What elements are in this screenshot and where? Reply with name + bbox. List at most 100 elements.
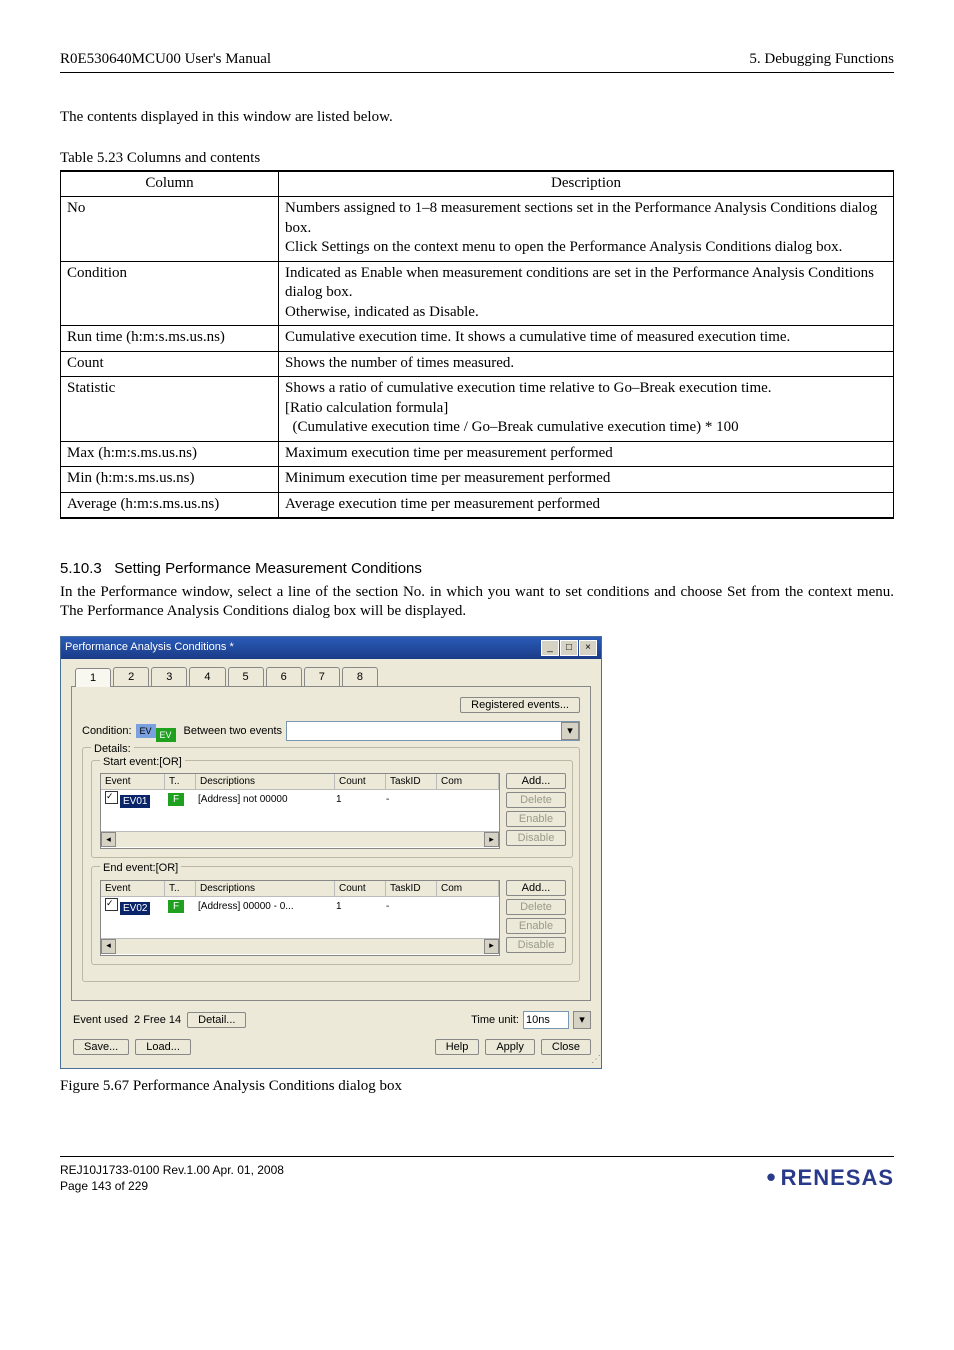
delete-button[interactable]: Delete <box>506 899 566 915</box>
section-title: Setting Performance Measurement Conditio… <box>114 560 422 577</box>
th-description: Description <box>279 171 894 197</box>
event-flag: F <box>168 793 184 806</box>
end-event-legend: End event:[OR] <box>100 861 181 875</box>
horizontal-scrollbar[interactable]: ◂ ▸ <box>101 938 499 954</box>
footer-line1: REJ10J1733-0100 Rev.1.00 Apr. 01, 2008 <box>60 1163 284 1179</box>
time-unit-label: Time unit: <box>471 1013 519 1027</box>
checkbox-icon[interactable] <box>105 898 118 911</box>
table-cell-description: Indicated as Enable when measurement con… <box>279 261 894 326</box>
end-event-fieldset: End event:[OR] Event T.. Descriptions Co… <box>91 866 573 964</box>
tab-3[interactable]: 3 <box>151 667 187 686</box>
col-count: Count <box>335 774 386 789</box>
columns-contents-table: Column Description NoNumbers assigned to… <box>60 170 894 520</box>
save-button[interactable]: Save... <box>73 1039 129 1055</box>
start-event-list[interactable]: Event T.. Descriptions Count TaskID Com … <box>100 773 500 849</box>
table-cell-column: Max (h:m:s.ms.us.ns) <box>61 441 279 467</box>
row-count: 1 <box>332 900 382 913</box>
checkbox-icon[interactable] <box>105 791 118 804</box>
tab-5[interactable]: 5 <box>228 667 264 686</box>
add-button[interactable]: Add... <box>506 773 566 789</box>
end-event-list[interactable]: Event T.. Descriptions Count TaskID Com … <box>100 880 500 956</box>
col-com: Com <box>437 774 499 789</box>
chevron-down-icon[interactable]: ▾ <box>561 722 579 740</box>
tab-1[interactable]: 1 <box>75 668 111 687</box>
col-task: TaskID <box>386 774 437 789</box>
col-event: Event <box>101 774 165 789</box>
table-caption: Table 5.23 Columns and contents <box>60 149 894 169</box>
event-flag: F <box>168 900 184 913</box>
scroll-right-icon[interactable]: ▸ <box>484 939 499 954</box>
add-button[interactable]: Add... <box>506 880 566 896</box>
delete-button[interactable]: Delete <box>506 792 566 808</box>
enable-button[interactable]: Enable <box>506 918 566 934</box>
table-cell-description: Maximum execution time per measurement p… <box>279 441 894 467</box>
event-tag: EV02 <box>120 902 150 915</box>
scroll-right-icon[interactable]: ▸ <box>484 832 499 847</box>
list-item[interactable]: EV01 F [Address] not 00000 1 - <box>101 790 499 809</box>
chevron-down-icon[interactable]: ▾ <box>573 1011 591 1029</box>
dialog-title: Performance Analysis Conditions * <box>65 640 234 654</box>
table-cell-description: Numbers assigned to 1–8 measurement sect… <box>279 197 894 262</box>
table-cell-column: Condition <box>61 261 279 326</box>
row-desc: [Address] 00000 - 0... <box>194 900 332 913</box>
close-button[interactable]: Close <box>541 1039 591 1055</box>
event-used-label: Event used <box>73 1013 128 1027</box>
help-button[interactable]: Help <box>435 1039 480 1055</box>
event-down-icon: EV <box>156 728 176 742</box>
section-number: 5.10.3 <box>60 560 102 577</box>
tab-7[interactable]: 7 <box>304 667 340 686</box>
apply-button[interactable]: Apply <box>485 1039 535 1055</box>
renesas-logo: • RENESAS <box>767 1164 894 1193</box>
brand-text: RENESAS <box>781 1164 894 1193</box>
event-used-count: 2 Free 14 <box>134 1013 181 1027</box>
start-event-legend: Start event:[OR] <box>100 755 185 769</box>
tabs-bar: 12345678 <box>61 659 601 686</box>
dialog-titlebar[interactable]: Performance Analysis Conditions * _ □ × <box>61 637 601 659</box>
col-desc: Descriptions <box>196 881 335 896</box>
resize-grip-icon[interactable]: ⋰ <box>61 1053 601 1068</box>
disable-button[interactable]: Disable <box>506 830 566 846</box>
tab-2[interactable]: 2 <box>113 667 149 686</box>
col-t: T.. <box>165 774 196 789</box>
figure-caption: Figure 5.67 Performance Analysis Conditi… <box>60 1077 894 1097</box>
horizontal-scrollbar[interactable]: ◂ ▸ <box>101 831 499 847</box>
close-icon[interactable]: × <box>579 640 597 656</box>
condition-label: Condition: <box>82 724 132 738</box>
row-task: - <box>382 900 432 913</box>
enable-button[interactable]: Enable <box>506 811 566 827</box>
tab-6[interactable]: 6 <box>266 667 302 686</box>
table-cell-description: Cumulative execution time. It shows a cu… <box>279 326 894 352</box>
load-button[interactable]: Load... <box>135 1039 191 1055</box>
table-cell-description: Shows the number of times measured. <box>279 351 894 377</box>
table-cell-description: Shows a ratio of cumulative execution ti… <box>279 377 894 442</box>
table-cell-description: Minimum execution time per measurement p… <box>279 467 894 493</box>
tab-8[interactable]: 8 <box>342 667 378 686</box>
disable-button[interactable]: Disable <box>506 937 566 953</box>
event-tag: EV01 <box>120 795 150 808</box>
page-footer: REJ10J1733-0100 Rev.1.00 Apr. 01, 2008 P… <box>60 1156 894 1194</box>
maximize-icon[interactable]: □ <box>560 640 578 656</box>
scroll-left-icon[interactable]: ◂ <box>101 939 116 954</box>
detail-button[interactable]: Detail... <box>187 1012 246 1028</box>
section-body: In the Performance window, select a line… <box>60 583 894 622</box>
intro-paragraph: The contents displayed in this window ar… <box>60 108 894 128</box>
table-cell-column: Count <box>61 351 279 377</box>
table-cell-column: No <box>61 197 279 262</box>
col-com: Com <box>437 881 499 896</box>
registered-events-button[interactable]: Registered events... <box>460 697 580 713</box>
scroll-left-icon[interactable]: ◂ <box>101 832 116 847</box>
page-header: R0E530640MCU00 User's Manual 5. Debuggin… <box>60 50 894 73</box>
list-item[interactable]: EV02 F [Address] 00000 - 0... 1 - <box>101 897 499 916</box>
tab-4[interactable]: 4 <box>189 667 225 686</box>
row-count: 1 <box>332 793 382 806</box>
tab-panel: Registered events... Condition: EV EV Be… <box>71 686 591 1001</box>
header-right: 5. Debugging Functions <box>749 50 894 70</box>
condition-dropdown[interactable]: ▾ <box>286 721 580 741</box>
time-unit-field[interactable] <box>523 1011 569 1029</box>
table-cell-column: Run time (h:m:s.ms.us.ns) <box>61 326 279 352</box>
col-count: Count <box>335 881 386 896</box>
col-desc: Descriptions <box>196 774 335 789</box>
table-cell-column: Average (h:m:s.ms.us.ns) <box>61 492 279 518</box>
minimize-icon[interactable]: _ <box>541 640 559 656</box>
table-cell-column: Statistic <box>61 377 279 442</box>
